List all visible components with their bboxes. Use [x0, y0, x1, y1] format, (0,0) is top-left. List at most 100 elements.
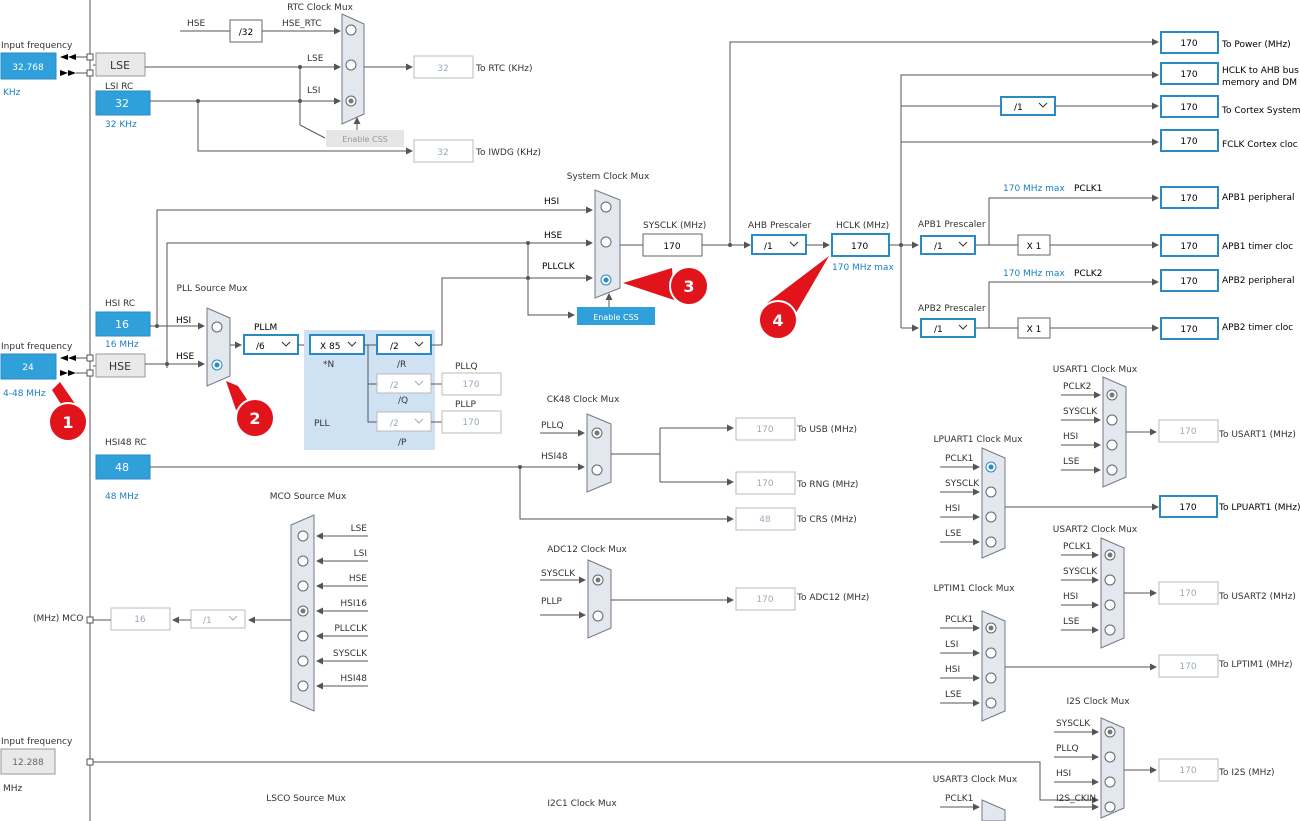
mco-divider-select[interactable]	[190, 609, 246, 629]
lsco-mux-title: LSCO Source Mux	[266, 794, 346, 804]
lptim1-input-pclk1: PCLK1	[945, 615, 973, 625]
ck48-option-hsi48[interactable]	[591, 464, 603, 476]
pllm-divider-select[interactable]	[243, 334, 299, 355]
mco_mux-option-lsi[interactable]	[297, 555, 309, 567]
output-apb1-timer-value: 170	[1180, 242, 1197, 252]
usart2-input-lse: LSE	[1063, 617, 1080, 627]
lpuart1-output-label: To LPUART1 (MHz)	[1218, 503, 1300, 513]
rtc-mux-option-lse[interactable]	[345, 59, 357, 71]
output-apb2-peripheral: 170 APB2 peripheral	[1160, 269, 1294, 292]
sysclk-pllclk-label: PLLCLK	[542, 262, 576, 272]
sysclk-value: 170	[663, 242, 680, 252]
mco_mux-option-sysclk[interactable]	[297, 655, 309, 667]
output-fclk-value: 170	[1180, 137, 1197, 147]
usart2-option-hsi[interactable]	[1104, 599, 1116, 611]
i2s-input-sysclk: SYSCLK	[1056, 719, 1091, 729]
hse-range: 4-48 MHz	[3, 389, 46, 399]
peripheral-mux-inputs: PCLK2 SYSCLK HSI LSE PCLK1 SYSCLK HSI LSE PCLK1 S…	[940, 382, 1118, 813]
apb2-max-label: 170 MHz max	[1003, 269, 1065, 279]
ahb-prescaler-select[interactable]	[751, 234, 807, 255]
pll-source-mux-title: PLL Source Mux	[177, 284, 249, 294]
rtc-mux-option-hse[interactable]	[345, 24, 357, 36]
lpuart1-option-lse[interactable]	[985, 536, 997, 548]
marker-4: 4	[758, 256, 829, 340]
pll-r-label: /R	[397, 360, 406, 370]
pll-source-option-hsi[interactable]	[211, 321, 223, 333]
output-cortex-system-label: To Cortex System	[1221, 106, 1300, 116]
mco_mux-input-pllclk: PLLCLK	[334, 624, 368, 634]
sysclk-mux-option-hsi[interactable]	[600, 201, 612, 213]
iwdg-output-value: 32	[437, 148, 448, 158]
lsi-rc-unit: 32 KHz	[105, 120, 137, 130]
i2s-option-hsi[interactable]	[1104, 776, 1116, 788]
pll-p-divider-select[interactable]	[376, 411, 432, 432]
mco-divider-value: /1	[203, 616, 212, 626]
mco_mux-option-hse[interactable]	[297, 580, 309, 592]
adc12-sysclk-label: SYSCLK	[541, 569, 576, 579]
usart3-clock-mux-group: USART3 Clock Mux PCLK1	[933, 775, 1018, 821]
mco_mux-option-hsi48[interactable]	[297, 680, 309, 692]
adc12-mux-title: ADC12 Clock Mux	[547, 545, 627, 555]
lptim1-option-lse[interactable]	[985, 697, 997, 709]
sysclk-mux-option-hse[interactable]	[600, 236, 612, 248]
usart1-option-hsi[interactable]	[1106, 439, 1118, 451]
lse-input-frequency-label: Input frequency	[1, 41, 73, 51]
usart1-option-lse[interactable]	[1106, 464, 1118, 476]
rtc-hse-rtc-label: HSE_RTC	[282, 19, 322, 29]
i2s-option-i2s_ckin[interactable]	[1104, 801, 1116, 813]
pll-r-divider-select[interactable]	[376, 334, 432, 355]
usart1-input-hsi: HSI	[1063, 432, 1078, 442]
pclk1-label: PCLK1	[1074, 184, 1102, 194]
usart1-option-sysclk[interactable]	[1106, 414, 1118, 426]
output-apb2-timer-value: 170	[1180, 325, 1197, 335]
hclk-max-label: 170 MHz max	[832, 263, 894, 273]
usart2-input-hsi: HSI	[1063, 592, 1078, 602]
output-cortex-system-value: 170	[1180, 103, 1197, 113]
output-apb2-peripheral-value: 170	[1180, 277, 1197, 287]
usart3-mux-title: USART3 Clock Mux	[933, 775, 1018, 785]
output-apb1-peripheral-value: 170	[1180, 194, 1197, 204]
lpuart1-option-hsi[interactable]	[985, 511, 997, 523]
lse-unit: KHz	[3, 88, 21, 98]
mco_mux-option-pllclk[interactable]	[297, 630, 309, 642]
usart3-input-pclk1: PCLK1	[945, 794, 973, 804]
apb2-prescaler-select[interactable]	[920, 318, 976, 338]
lptim1-option-hsi[interactable]	[985, 672, 997, 684]
rtc-lsi-label: LSI	[307, 86, 320, 96]
lse-arrow-in-icon	[60, 54, 76, 60]
lptim1-option-lsi[interactable]	[985, 647, 997, 659]
apb1-prescaler-select[interactable]	[920, 235, 976, 255]
pclk2-label: PCLK2	[1074, 269, 1102, 279]
mco_mux-input-hse: HSE	[349, 574, 367, 584]
output-apb1-timer-label: APB1 timer cloc	[1222, 242, 1293, 252]
i2s-output-value: 170	[1179, 766, 1196, 776]
apb2-prescaler-value: /1	[934, 325, 943, 335]
sysclk-hsi-label: HSI	[544, 197, 559, 207]
usart1-input-lse: LSE	[1063, 457, 1080, 467]
marker-1-label: 1	[62, 413, 73, 432]
lpuart1-option-sysclk[interactable]	[985, 486, 997, 498]
usart2-option-sysclk[interactable]	[1104, 574, 1116, 586]
pll-source-hse-label: HSE	[176, 352, 194, 362]
i2s-option-pllq[interactable]	[1104, 751, 1116, 763]
pllq-label: PLLQ	[455, 362, 478, 372]
output-fclk-label: FCLK Cortex cloc	[1222, 140, 1298, 150]
apb2-timer-multiplier-value: X 1	[1027, 325, 1042, 335]
lpuart1-output-value: 170	[1179, 503, 1196, 513]
rng-output-value: 170	[756, 479, 773, 489]
i2s-input-hsi: HSI	[1056, 769, 1071, 779]
usart2-mux-title: USART2 Clock Mux	[1053, 525, 1138, 535]
lse-arrow-out-icon	[60, 70, 76, 76]
marker-2-label: 2	[249, 409, 260, 428]
mco_mux-option-lse[interactable]	[297, 530, 309, 542]
mco_mux-input-hsi16: HSI16	[340, 599, 367, 609]
ahb-prescaler-value: /1	[764, 242, 773, 252]
output-apb2-timer: 170 APB2 timer cloc	[1160, 317, 1293, 340]
mco_mux-input-lse: LSE	[351, 524, 368, 534]
usart2-option-lse[interactable]	[1104, 624, 1116, 636]
adc12-option-pllp[interactable]	[592, 610, 604, 622]
cortex-timer-divider-select[interactable]	[1000, 96, 1056, 116]
crs-output-value: 48	[759, 515, 771, 525]
rtc-output-label: To RTC (KHz)	[475, 64, 532, 74]
pll-q-divider-select[interactable]	[376, 373, 432, 394]
